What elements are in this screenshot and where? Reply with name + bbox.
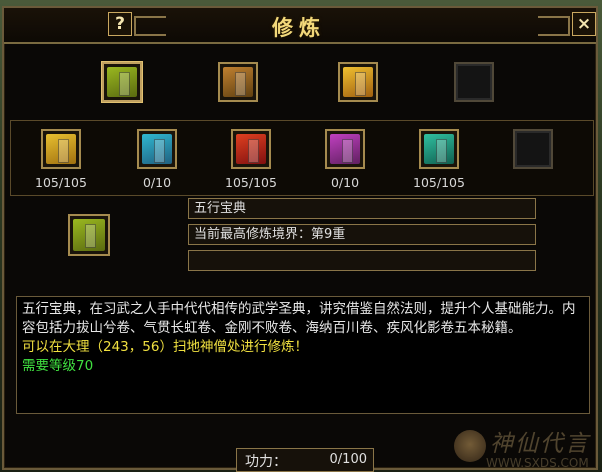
close-button[interactable]: × [572, 12, 596, 36]
volume-progress: 105/105 [35, 175, 87, 190]
mascot-icon [454, 430, 486, 462]
window-title: 修炼 [272, 16, 326, 40]
location-hint: 可以在大理（243，56）扫地神僧处进行修炼！ [22, 339, 308, 355]
volume-slot-red[interactable] [231, 129, 271, 169]
volume-row: 105/105 0/10 105/105 0/10 105/105 [10, 120, 594, 196]
help-button[interactable]: ? [108, 12, 132, 36]
red-book-icon [236, 134, 266, 164]
volume-progress: 0/10 [142, 175, 172, 190]
title-bar: ? 修炼 × [4, 8, 596, 44]
title-decoration-right [538, 16, 570, 36]
cyan-book-icon [142, 134, 172, 164]
volume-slot-yellow[interactable] [41, 129, 81, 169]
slot-wuxing-baodian[interactable] [102, 62, 142, 102]
volume-slot-teal[interactable] [419, 129, 459, 169]
description-box: 五行宝典，在习武之人手中代代相传的武学圣典，讲究借鉴自然法则，提升个人基础能力。… [16, 296, 590, 414]
watermark-text: 神仙代言 [490, 431, 590, 457]
site-watermark: 神仙代言 WWW.SXDS.COM [450, 422, 600, 472]
volume-slot-purple[interactable] [325, 129, 365, 169]
title-decoration-left [134, 16, 166, 36]
extra-field [188, 250, 536, 271]
teal-book-icon [424, 134, 454, 164]
gongli-bar: 功力： 0/100 [236, 448, 374, 472]
book-icon [73, 219, 105, 251]
gold-icon [343, 67, 373, 97]
slot-treasure-chest[interactable] [218, 62, 258, 102]
item-name-field: 五行宝典 [188, 198, 536, 219]
level-requirement: 需要等级70 [22, 358, 94, 374]
slot-gold-ingots[interactable] [338, 62, 378, 102]
volume-progress: 0/10 [330, 175, 360, 190]
gongli-label: 功力： [245, 454, 287, 470]
purple-book-icon [330, 134, 360, 164]
volume-slot-empty[interactable] [513, 129, 553, 169]
realm-field: 当前最高修炼境界：第9重 [188, 224, 536, 245]
description-text: 五行宝典，在习武之人手中代代相传的武学圣典，讲究借鉴自然法则，提升个人基础能力。… [22, 301, 576, 336]
selected-item-slot [68, 214, 110, 256]
book-icon [107, 67, 137, 97]
yellow-book-icon [46, 134, 76, 164]
volume-slot-cyan[interactable] [137, 129, 177, 169]
volume-progress: 105/105 [413, 175, 465, 190]
volume-progress: 105/105 [225, 175, 277, 190]
slot-empty[interactable] [454, 62, 494, 102]
chest-icon [223, 67, 253, 97]
cultivation-window: ? 修炼 × 105/105 0/10 105/105 0/10 105/105… [2, 6, 600, 472]
gongli-value: 0/100 [329, 452, 367, 467]
watermark-url: WWW.SXDS.COM [486, 456, 589, 470]
